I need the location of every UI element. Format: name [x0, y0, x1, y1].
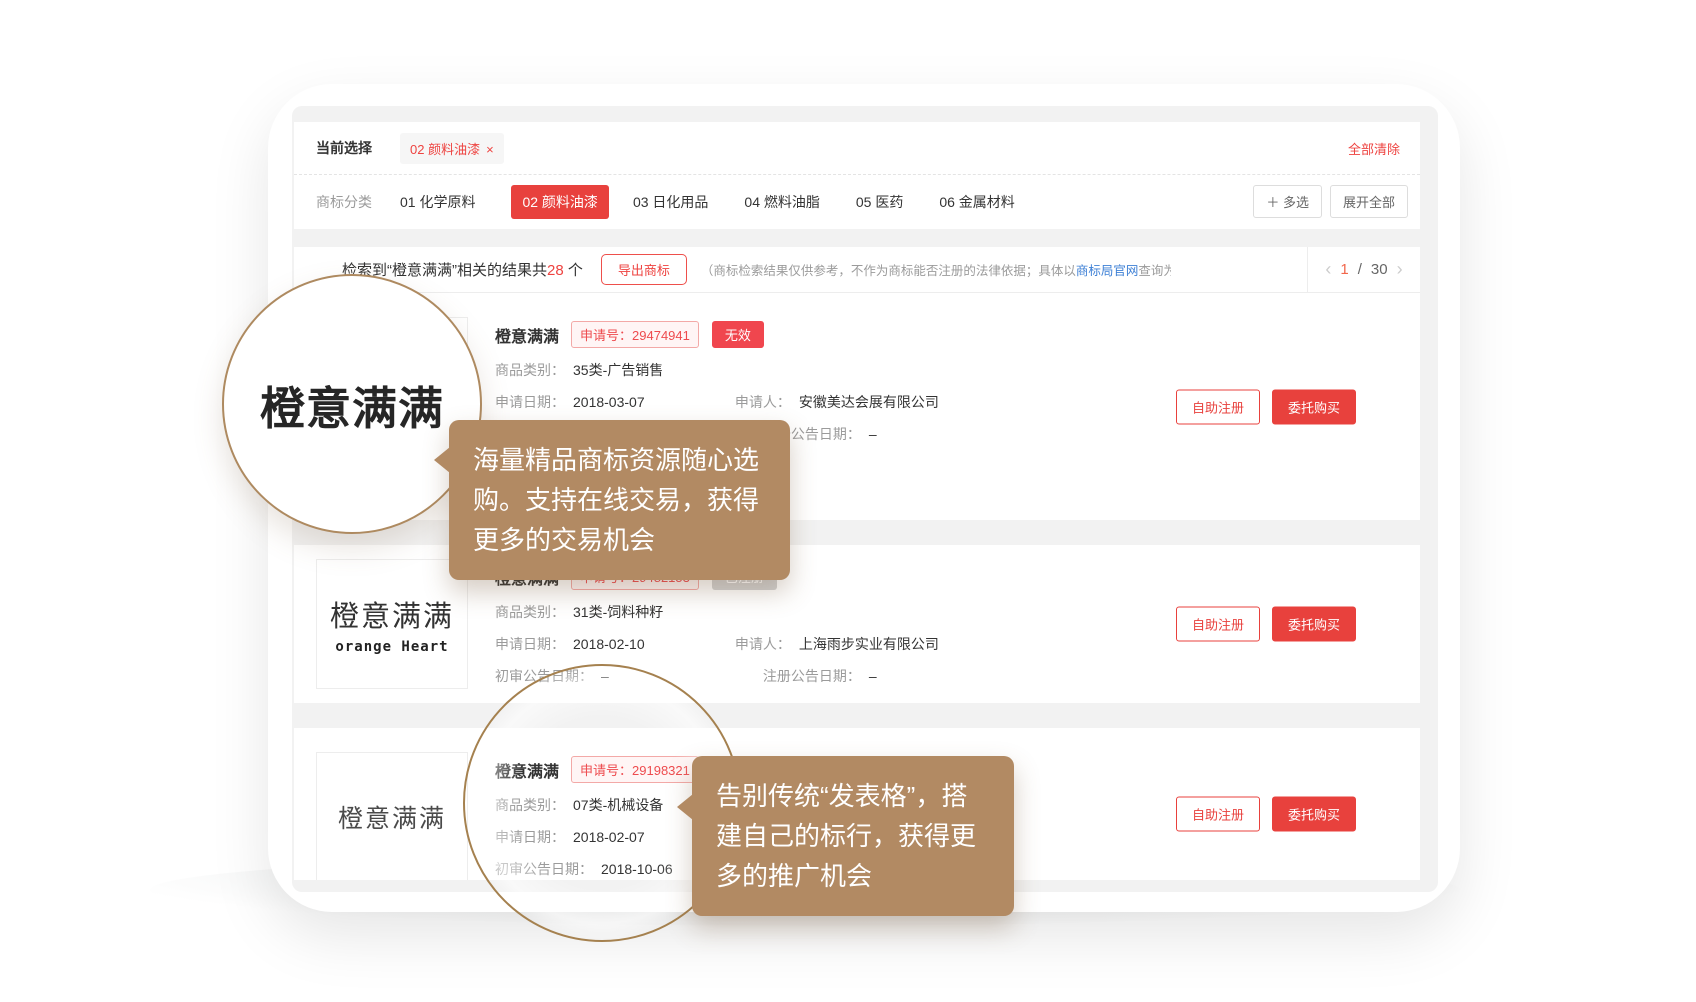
category-row-label: 商标分类: [316, 192, 372, 212]
apply-line: 申请日期： 2018-03-07 申请人： 安徽美达会展有限公司: [495, 392, 985, 412]
apply-date-label: 申请日期：: [495, 394, 565, 410]
apply-line: 申请日期： 2018-02-10 申请人： 上海雨步实业有限公司: [495, 634, 985, 654]
disclaimer-text-post: 查询为准。）: [1138, 264, 1170, 278]
entrust-buy-button[interactable]: 委托购买: [1272, 389, 1356, 424]
category-row: 商标分类 01 化学原料 02 颜料油漆 03 日化用品 04 燃料油脂 05 …: [294, 175, 1420, 228]
reg-publication-value: –: [869, 426, 877, 442]
row-divider: [294, 703, 1420, 728]
pagination: ‹ 1 / 30 ›: [1307, 247, 1420, 292]
disclaimer-text-pre: （商标检索结果仅供参考，不作为商标能否注册的法律依据；具体以: [701, 264, 1076, 278]
next-page-icon[interactable]: ›: [1397, 259, 1403, 280]
row-actions-3: 自助注册 委托购买: [1176, 797, 1356, 832]
expand-all-button[interactable]: 展开全部: [1330, 185, 1408, 218]
category-item-03[interactable]: 03 日化用品: [633, 192, 708, 212]
magnifier-circle: 橙意满满: [222, 274, 482, 534]
category-value: 31类-饲料种籽: [573, 604, 663, 620]
multi-select-button[interactable]: ＋ 多选: [1253, 185, 1322, 218]
row-actions-1: 自助注册 委托购买: [1176, 389, 1356, 424]
callout-promotion-text: 告别传统“发表格”，搭建自己的标行，获得更多的推广机会: [716, 781, 976, 891]
category-item-02-selected[interactable]: 02 颜料油漆: [511, 185, 608, 219]
magnified-trademark-text: 橙意满满: [260, 372, 444, 437]
applicant-value: 安徽美达会展有限公司: [799, 394, 939, 410]
entrust-buy-button[interactable]: 委托购买: [1272, 607, 1356, 642]
selected-filter-tag[interactable]: 02 颜料油漆 ×: [400, 133, 504, 164]
self-register-button[interactable]: 自助注册: [1176, 607, 1260, 642]
application-number-label: 申请号：: [580, 328, 632, 343]
trademark-image-2: 橙意满满 orange Heart: [316, 559, 468, 689]
trademark-name[interactable]: 橙意满满: [495, 323, 559, 347]
category-item-04[interactable]: 04 燃料油脂: [744, 192, 819, 212]
category-line: 商品类别： 31类-饲料种籽: [495, 602, 985, 622]
category-item-01[interactable]: 01 化学原料: [400, 192, 475, 212]
trademark-office-link[interactable]: 商标局官网: [1076, 264, 1139, 278]
current-selection-row: 当前选择 02 颜料油漆 × 全部清除: [294, 122, 1420, 175]
export-trademarks-button[interactable]: 导出商标: [601, 254, 687, 285]
results-count: 28: [547, 262, 564, 279]
reg-publication-label: 注册公告日期：: [763, 668, 861, 684]
callout-promotion: 告别传统“发表格”，搭建自己的标行，获得更多的推广机会: [692, 756, 1014, 916]
callout-arrow-icon: [434, 447, 450, 473]
self-register-button[interactable]: 自助注册: [1176, 797, 1260, 832]
category-actions: ＋ 多选 展开全部: [1253, 185, 1408, 218]
prev-page-icon[interactable]: ‹: [1325, 259, 1331, 280]
selected-filter-tag-text: 02 颜料油漆: [410, 142, 480, 157]
category-line: 商品类别： 35类-广告销售: [495, 360, 985, 380]
current-selection-label: 当前选择: [316, 138, 372, 158]
results-disclaimer: （商标检索结果仅供参考，不作为商标能否注册的法律依据；具体以商标局官网查询为准。…: [701, 260, 1171, 279]
applicant-label: 申请人：: [735, 394, 791, 410]
application-number-badge: 申请号：29474941: [571, 321, 699, 348]
apply-date-value: 2018-03-07: [573, 394, 685, 410]
callout-arrow-icon: [677, 794, 693, 820]
trademark-image-text: 橙意满满: [330, 593, 454, 635]
results-header: 检索到“橙意满满”相关的结果共28 个 导出商标 （商标检索结果仅供参考，不作为…: [294, 247, 1420, 293]
page: 当前选择 02 颜料油漆 × 全部清除 商标分类 01 化学原料 02 颜料油漆 …: [0, 0, 1696, 1002]
current-page: 1: [1340, 261, 1348, 278]
apply-date-label: 申请日期：: [495, 636, 565, 652]
self-register-button[interactable]: 自助注册: [1176, 389, 1260, 424]
applicant-label: 申请人：: [735, 636, 791, 652]
remove-tag-icon[interactable]: ×: [486, 142, 494, 157]
clear-all-link[interactable]: 全部清除: [1348, 139, 1400, 158]
category-label: 商品类别：: [495, 362, 565, 378]
application-number-value: 29474941: [632, 328, 690, 343]
total-pages: 30: [1371, 261, 1388, 278]
entrust-buy-button[interactable]: 委托购买: [1272, 797, 1356, 832]
trademark-title-1: 橙意满满 申请号：29474941 无效: [495, 321, 985, 348]
status-badge-invalid: 无效: [712, 321, 764, 348]
results-summary-suffix: 个: [564, 262, 583, 279]
category-value: 35类-广告销售: [573, 362, 663, 378]
category-item-05[interactable]: 05 医药: [856, 192, 903, 212]
applicant-value: 上海雨步实业有限公司: [799, 636, 939, 652]
trademark-image-subtext: orange Heart: [335, 639, 448, 655]
filter-panel: 当前选择 02 颜料油漆 × 全部清除 商标分类 01 化学原料 02 颜料油漆 …: [294, 122, 1420, 229]
callout-marketplace: 海量精品商标资源随心选购。支持在线交易，获得更多的交易机会: [449, 420, 790, 580]
trademark-image-3: 橙意满满: [316, 752, 468, 880]
category-item-06[interactable]: 06 金属材料: [939, 192, 1014, 212]
page-separator: /: [1358, 261, 1362, 278]
category-list: 01 化学原料 02 颜料油漆 03 日化用品 04 燃料油脂 05 医药 06…: [400, 185, 1051, 219]
row-actions-2: 自助注册 委托购买: [1176, 607, 1356, 642]
apply-date-value: 2018-02-10: [573, 636, 685, 652]
reg-publication-value: –: [869, 668, 877, 684]
callout-marketplace-text: 海量精品商标资源随心选购。支持在线交易，获得更多的交易机会: [473, 445, 759, 555]
trademark-image-text: 橙意满满: [338, 799, 446, 835]
category-label: 商品类别：: [495, 604, 565, 620]
